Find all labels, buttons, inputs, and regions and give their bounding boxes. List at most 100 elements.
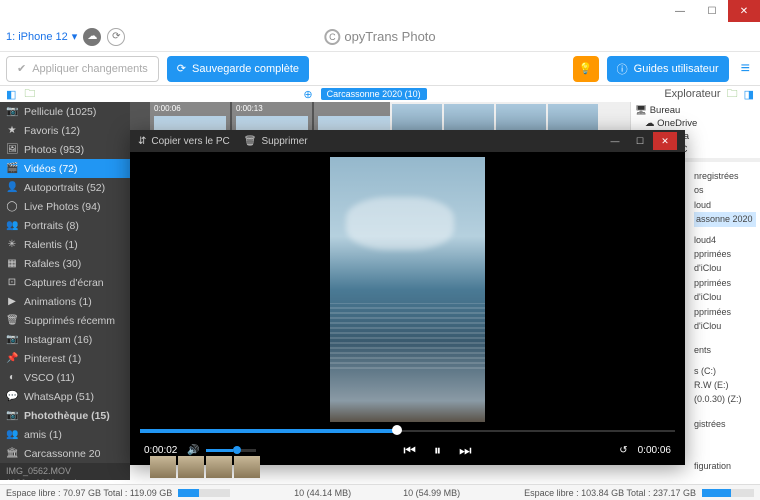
cloud-icon[interactable]: ☁ (83, 28, 101, 46)
sidebar-item[interactable]: 📷Photothèque (15) (0, 406, 130, 425)
hamburger-menu-icon[interactable]: ≡ (737, 60, 754, 78)
video-player: ⇵ Copier vers le PC 🗑 Supprimer — ☐ ✕ 0:… (130, 130, 685, 465)
status-selected: 10 (54.99 MB) (403, 488, 460, 498)
add-icon[interactable]: ⊕ (303, 88, 312, 101)
full-backup-button[interactable]: ⟳ Sauvegarde complète (167, 56, 309, 82)
status-left-label: Espace libre : 70.97 GB Total : 119.09 G… (6, 488, 172, 498)
sidebar-item-label: Autoportraits (52) (24, 182, 105, 194)
sidebar-item-label: Photothèque (15) (24, 410, 110, 422)
delete-label: Supprimer (261, 136, 307, 147)
sidebar-item-label: Portraits (8) (24, 220, 79, 232)
sidebar-item-label: Supprimés récemm (24, 315, 115, 327)
pause-button[interactable]: ⏸ (434, 442, 441, 459)
sidebar-item[interactable]: ◐VSCO (11) (0, 368, 130, 387)
sidebar-item[interactable]: 👥 amis (1) (0, 425, 130, 444)
tree-onedrive[interactable]: ☁ OneDrive (635, 117, 756, 130)
sidebar-item-label: Ralentis (1) (24, 239, 78, 251)
sidebar-item[interactable]: ◯Live Photos (94) (0, 197, 130, 216)
sidebar-item[interactable]: ⊡ Captures d'écran (0, 273, 130, 292)
rewind-button[interactable]: ⏮ (403, 442, 416, 459)
sidebar-item-label: amis (1) (24, 429, 62, 441)
sidebar-item-icon: ⊡ (6, 277, 18, 288)
delete-button[interactable]: 🗑 Supprimer (244, 136, 308, 147)
thumb[interactable] (234, 456, 260, 478)
right-partial-list: nregistrées os loud assonne 2020 loud4 p… (690, 165, 760, 478)
sidebar-item-icon: ▦ (6, 258, 18, 269)
player-minimize[interactable]: — (603, 132, 627, 150)
sidebar: 📷Pellicule (1025)★Favoris (12) 🖼 Photos (9… (0, 102, 130, 480)
meta-filename: IMG_0562.MOV (6, 466, 124, 478)
player-maximize[interactable]: ☐ (628, 132, 652, 150)
window-close[interactable]: ✕ (728, 0, 760, 22)
sidebar-item[interactable]: 👥 Portraits (8) (0, 216, 130, 235)
folder-icon[interactable]: 🗀 (727, 85, 738, 104)
help-button[interactable]: 💡 (573, 56, 599, 82)
sidebar-item-label: Photos (953) (24, 144, 84, 156)
forward-button[interactable]: ⏭ (459, 442, 472, 459)
sidebar-item[interactable]: 🖼 Photos (953) (0, 140, 130, 159)
window-maximize[interactable]: ☐ (696, 0, 728, 22)
sidebar-item-label: VSCO (11) (24, 372, 75, 384)
sidebar-item-icon: 🎬 (6, 163, 18, 174)
sidebar-item-icon: 🖼 (6, 144, 18, 155)
trash-icon: 🗑 (244, 136, 257, 147)
album-header[interactable]: Carcassonne 2020 (10) (321, 88, 427, 100)
folder-icon[interactable]: 🗀 (24, 85, 35, 104)
player-close[interactable]: ✕ (653, 132, 677, 150)
sidebar-item[interactable]: ✳ Ralentis (1) (0, 235, 130, 254)
back-icon[interactable]: ◧ (6, 88, 16, 101)
player-header: ⇵ Copier vers le PC 🗑 Supprimer — ☐ ✕ (130, 130, 685, 152)
sidebar-item-label: Captures d'écran (24, 277, 104, 289)
apply-changes-button[interactable]: ✔ Appliquer changements (6, 56, 159, 82)
sidebar-item-icon: ▶ (6, 296, 18, 307)
thumb[interactable] (206, 456, 232, 478)
thumb[interactable] (150, 456, 176, 478)
sidebar-item[interactable]: 🎬 Vidéos (72) (0, 159, 130, 178)
selected-folder[interactable]: assonne 2020 (694, 212, 756, 226)
sidebar-item[interactable]: ★Favoris (12) (0, 121, 130, 140)
sidebar-item[interactable]: ▦Rafales (30) (0, 254, 130, 273)
copy-to-pc-button[interactable]: ⇵ Copier vers le PC (138, 136, 230, 147)
sidebar-item[interactable]: 👤 Autoportraits (52) (0, 178, 130, 197)
sidebar-item[interactable]: ▶Animations (1) (0, 292, 130, 311)
sidebar-item[interactable]: 📷Pellicule (1025) (0, 102, 130, 121)
sidebar-item[interactable]: 🗑Supprimés récemm (0, 311, 130, 330)
sidebar-item-icon: ✳ (6, 239, 18, 250)
sidebar-item-icon: 👥 (6, 429, 18, 440)
sidebar-item-label: Vidéos (72) (24, 163, 78, 175)
volume-control[interactable]: 🔊 (187, 445, 255, 456)
window-minimize[interactable]: — (664, 0, 696, 22)
refresh-icon[interactable]: ⟳ (107, 28, 125, 46)
sidebar-item-label: WhatsApp (51) (24, 391, 94, 403)
backup-label: Sauvegarde complète (192, 63, 299, 75)
sidebar-item[interactable]: 🏛Carcassonne 20 (0, 444, 130, 463)
brand-text: opyTrans Photo (344, 29, 435, 44)
sidebar-item-icon: 👤 (6, 182, 18, 193)
panel-toggle-icon[interactable]: ◨ (744, 88, 754, 101)
storage-bar-left (178, 489, 230, 497)
device-label: 1: iPhone 12 (6, 31, 68, 43)
tree-desktop[interactable]: 🖥 Bureau (635, 104, 756, 117)
sidebar-item[interactable]: 📷Instagram (16) (0, 330, 130, 349)
device-selector[interactable]: 1: iPhone 12 ▾ (6, 30, 77, 43)
status-right-label: Espace libre : 103.84 GB Total : 237.17 … (524, 488, 696, 498)
replay-icon[interactable]: ↺ (619, 445, 627, 456)
sidebar-item-icon: 🏛 (6, 448, 18, 459)
sidebar-item-label: Instagram (16) (24, 334, 92, 346)
progress-bar[interactable] (140, 427, 675, 435)
sidebar-item-icon: 👥 (6, 220, 18, 231)
thumb[interactable] (178, 456, 204, 478)
sidebar-item-label: Favoris (12) (24, 125, 80, 137)
sidebar-item-label: Live Photos (94) (24, 201, 100, 213)
bottom-thumbnails (150, 456, 260, 480)
guides-label: Guides utilisateur (634, 63, 719, 75)
secondary-toolbar: ◧ 🗀 ⊕ Carcassonne 2020 (10) Explorateur … (0, 86, 760, 102)
thumb-duration: 0:00:06 (154, 104, 181, 113)
user-guides-button[interactable]: ⓘ Guides utilisateur (607, 56, 729, 82)
copy-icon: ⇵ (138, 136, 146, 147)
sidebar-item[interactable]: 📌Pinterest (1) (0, 349, 130, 368)
volume-slider[interactable] (206, 449, 256, 452)
sidebar-item[interactable]: 💬WhatsApp (51) (0, 387, 130, 406)
video-viewport[interactable] (130, 152, 685, 427)
window-chrome: — ☐ ✕ (0, 0, 760, 22)
